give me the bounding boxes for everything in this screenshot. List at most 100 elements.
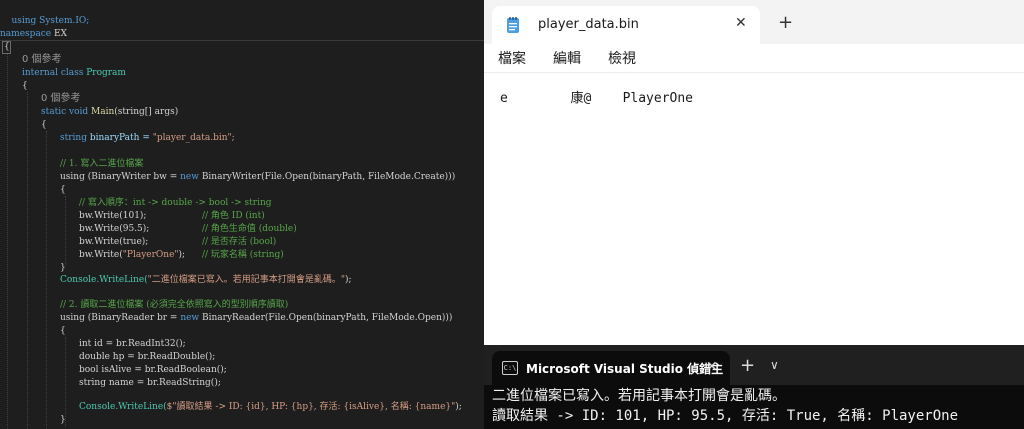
code-line-main[interactable]: static void Main(string[] args)	[41, 106, 178, 119]
code-text: bw.Write(95.5);	[79, 224, 150, 234]
code-text: );	[455, 402, 462, 412]
notepad-icon	[504, 16, 522, 34]
terminal-tab-bar: C:\ Microsoft Visual Studio 偵錯主 ✕ + ∨	[484, 345, 1024, 385]
indent-guide	[65, 196, 66, 266]
notepad-tab[interactable]: player_data.bin ✕	[492, 6, 760, 44]
code-text: string name = br.ReadString();	[79, 378, 221, 388]
comment: // 角色 ID (int)	[202, 211, 265, 221]
code-line-write-2[interactable]: bw.Write(95.5);	[79, 223, 149, 236]
namespace-name: EX	[51, 29, 67, 39]
notepad-tab-bar: player_data.bin ✕ +	[484, 0, 1024, 44]
close-brace: }	[60, 415, 66, 425]
code-line-using-writer[interactable]: using (BinaryWriter bw = new BinaryWrite…	[60, 171, 455, 184]
codelens-references: 0 個參考	[22, 54, 62, 65]
namespace-separator	[0, 40, 484, 41]
code-line-open-class[interactable]: {	[22, 80, 28, 93]
string-literal: "PlayerOne"	[122, 250, 179, 260]
code-comment-write-3: // 是否存活 (bool)	[202, 236, 276, 249]
notepad-tab-title: player_data.bin	[538, 17, 639, 32]
string-literal: "player_data.bin";	[152, 133, 235, 143]
open-brace: {	[41, 120, 47, 130]
code-text: int id = br.ReadInt32();	[79, 339, 186, 349]
code-text: bw.Write(true);	[79, 237, 149, 247]
code-comment-write-4: // 玩家名稱 (string)	[202, 249, 284, 262]
code-comment-write-2: // 角色生命值 (double)	[202, 223, 297, 236]
method-params: (string[] args)	[114, 107, 179, 117]
code-line-namespace[interactable]: namespace EX	[0, 28, 67, 41]
terminal-window: C:\ Microsoft Visual Studio 偵錯主 ✕ + ∨ 二進…	[484, 345, 1024, 429]
code-line-open-namespace[interactable]: {	[4, 41, 10, 54]
open-brace: {	[60, 185, 66, 195]
code-line-read-2[interactable]: double hp = br.ReadDouble();	[79, 351, 215, 364]
codelens-class[interactable]: 0 個參考	[22, 53, 62, 66]
comment: // 角色生命值 (double)	[202, 224, 297, 234]
code-line-open-main[interactable]: {	[41, 119, 47, 132]
code-line-open-writer[interactable]: {	[60, 184, 66, 197]
notepad-text-area[interactable]: e 康@ PlayerOne	[484, 73, 1024, 345]
indent-guide	[27, 92, 28, 429]
code-text: bool isAlive = br.ReadBoolean();	[79, 365, 227, 375]
using-keyword: using System.IO;	[11, 16, 90, 26]
code-line-comment-write[interactable]: // 1. 寫入二進位檔案	[60, 158, 143, 171]
chevron-down-icon[interactable]: ∨	[770, 358, 779, 372]
code-line-binary-path[interactable]: string binaryPath = "player_data.bin";	[60, 132, 235, 145]
comment: // 是否存活 (bool)	[202, 237, 277, 247]
method-keywords: static void	[41, 107, 92, 117]
code-text: double hp = br.ReadDouble();	[79, 352, 216, 362]
string-literal: "二進位檔案已寫入。若用記事本打開會是亂碼。"	[147, 275, 345, 285]
code-line-console-1[interactable]: Console.WriteLine("二進位檔案已寫入。若用記事本打開會是亂碼。…	[60, 274, 352, 287]
comment: // 寫入順序：int -> double -> bool -> string	[79, 198, 272, 208]
variable-decl: binaryPath =	[89, 133, 153, 143]
terminal-output-line: 二進位檔案已寫入。若用記事本打開會是亂碼。	[492, 388, 786, 404]
add-tab-icon[interactable]: +	[740, 357, 755, 375]
indent-guide	[7, 54, 8, 429]
code-text: bw.Write(101);	[79, 211, 147, 221]
menu-view[interactable]: 檢視	[608, 48, 636, 68]
code-line-read-4[interactable]: string name = br.ReadString();	[79, 377, 221, 390]
code-line-class[interactable]: internal class Program	[22, 67, 126, 80]
code-line-open-reader[interactable]: {	[60, 325, 66, 338]
code-line-close-reader[interactable]: }	[60, 414, 66, 427]
type-keyword: string	[60, 133, 90, 143]
code-line-read-1[interactable]: int id = br.ReadInt32();	[79, 338, 186, 351]
method-name: Main	[91, 107, 115, 117]
codelens-references: 0 個參考	[41, 93, 81, 104]
notepad-menu-bar: 檔案 編輯 檢視	[484, 44, 1024, 73]
notepad-window: player_data.bin ✕ + 檔案 編輯 檢視 e 康@ Player…	[484, 0, 1024, 345]
code-text: using (BinaryWriter bw =	[60, 172, 181, 182]
codelens-method[interactable]: 0 個參考	[41, 92, 81, 105]
code-line-console-2[interactable]: Console.WriteLine($"讀取結果 -> ID: {id}, HP…	[79, 401, 462, 414]
new-keyword: new	[180, 313, 202, 323]
terminal-tab[interactable]: C:\ Microsoft Visual Studio 偵錯主 ✕	[492, 351, 730, 385]
code-text: BinaryWriter(File.Open(binaryPath, FileM…	[201, 172, 456, 182]
code-line-read-3[interactable]: bool isAlive = br.ReadBoolean();	[79, 364, 227, 377]
menu-file[interactable]: 檔案	[498, 48, 526, 68]
terminal-tab-title: Microsoft Visual Studio 偵錯主	[526, 362, 724, 376]
class-name: Program	[86, 68, 126, 78]
code-text: );	[344, 275, 352, 285]
code-editor[interactable]: using System.IO; namespace EX { 0 個參考 in…	[0, 0, 484, 429]
code-text: );	[178, 250, 186, 260]
code-line-comment-order[interactable]: // 寫入順序：int -> double -> bool -> string	[79, 197, 272, 210]
code-text: Console.WriteLine(	[79, 402, 167, 412]
close-icon[interactable]: ✕	[706, 359, 718, 375]
menu-edit[interactable]: 編輯	[553, 48, 581, 68]
code-line-write-3[interactable]: bw.Write(true);	[79, 236, 148, 249]
close-icon[interactable]: ✕	[735, 15, 747, 31]
comment: // 1. 寫入二進位檔案	[60, 159, 144, 169]
code-line-write-1[interactable]: bw.Write(101);	[79, 210, 146, 223]
class-keywords: internal class	[22, 68, 87, 78]
open-brace: {	[60, 326, 66, 336]
namespace-keyword: namespace	[0, 29, 52, 39]
code-text: BinaryReader(File.Open(binaryPath, FileM…	[202, 313, 453, 323]
indent-guide	[46, 131, 47, 429]
code-text: using (BinaryReader br =	[60, 313, 181, 323]
code-line-write-4[interactable]: bw.Write("PlayerOne");	[79, 249, 185, 262]
comment: // 玩家名稱 (string)	[202, 250, 284, 260]
code-line-using-reader[interactable]: using (BinaryReader br = new BinaryReade…	[60, 312, 452, 325]
console-icon: C:\	[502, 361, 518, 375]
code-line-comment-read[interactable]: // 2. 讀取二進位檔案 (必須完全依照寫入的型別順序讀取)	[60, 299, 288, 312]
code-line-using[interactable]: using System.IO;	[0, 2, 89, 26]
new-keyword: new	[180, 172, 202, 182]
add-tab-icon[interactable]: +	[778, 14, 793, 32]
